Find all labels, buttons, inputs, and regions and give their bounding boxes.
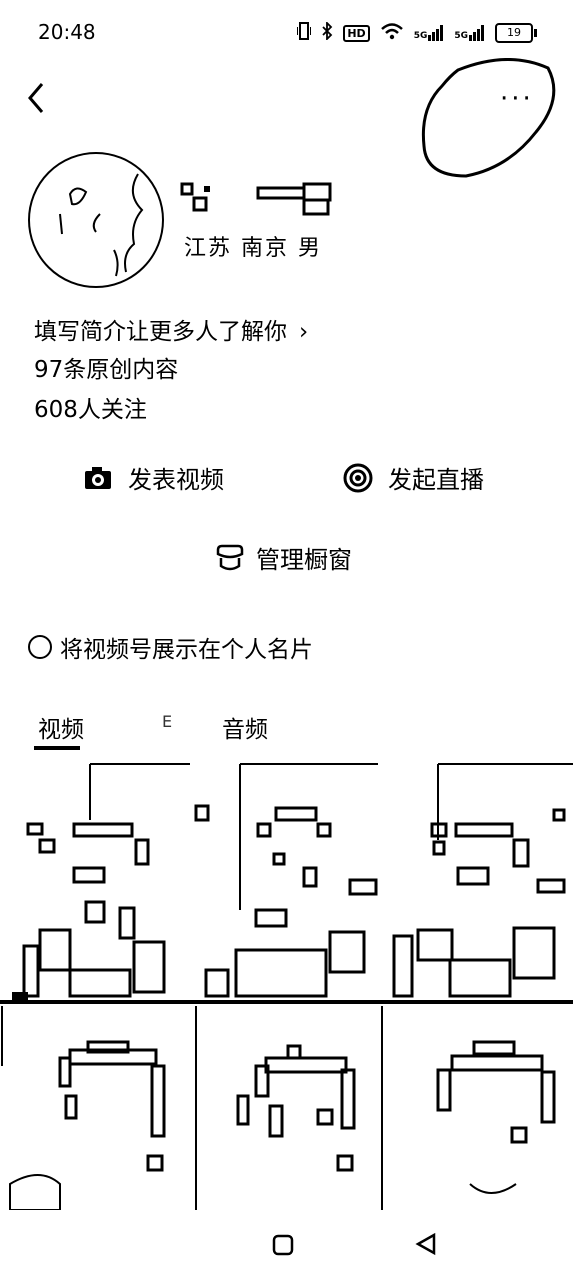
video-thumbnail[interactable] [0, 760, 192, 1004]
publish-video-label: 发表视频 [128, 466, 224, 494]
bio-prompt-link[interactable]: 填写简介让更多人了解你 › [34, 312, 308, 346]
bluetooth-icon [321, 20, 333, 44]
followers-count[interactable]: 608人关注 [34, 390, 147, 424]
nav-back-icon[interactable] [414, 1232, 438, 1256]
show-in-card-label: 将视频号展示在个人名片 [60, 637, 313, 663]
vibrate-icon [297, 22, 312, 44]
status-icons: HD 5G 5G 19 [297, 20, 537, 44]
live-icon [342, 462, 374, 494]
video-grid [0, 760, 573, 1210]
battery-icon: 19 [495, 23, 537, 43]
more-icon[interactable]: ··· [500, 84, 534, 114]
network-label: 5G [413, 31, 428, 41]
manage-window-button[interactable]: 管理橱窗 [214, 540, 352, 575]
status-time: 20:48 [38, 20, 96, 44]
publish-video-button[interactable]: 发表视频 [82, 460, 224, 495]
tab-audio[interactable]: 音频 [222, 710, 268, 744]
hd-icon: HD [343, 24, 370, 42]
avatar[interactable] [28, 152, 164, 288]
bio-prompt-text: 填写简介让更多人了解你 [34, 319, 287, 345]
signal-5g-icon: 5G [414, 25, 445, 41]
video-thumbnail[interactable] [192, 1006, 380, 1210]
network-label: 5G [454, 31, 468, 41]
chevron-right-icon: › [299, 319, 309, 345]
more-button[interactable] [418, 58, 558, 178]
nickname-censored [180, 182, 340, 220]
location-gender: 江苏 南京 男 [184, 236, 322, 261]
shop-window-icon [214, 542, 246, 574]
start-live-label: 发起直播 [388, 466, 484, 494]
video-thumbnail[interactable] [0, 1006, 192, 1210]
manage-window-label: 管理橱窗 [256, 546, 352, 574]
wifi-icon [380, 22, 404, 44]
original-content-count[interactable]: 97条原创内容 [34, 350, 178, 384]
show-in-card-option[interactable]: 将视频号展示在个人名片 [28, 630, 313, 664]
back-icon[interactable] [22, 78, 52, 118]
tab-active-indicator [34, 746, 80, 750]
video-thumbnail[interactable] [380, 1006, 573, 1210]
video-thumbnail[interactable] [192, 760, 388, 1004]
signal-5g-icon: 5G [454, 25, 485, 41]
video-thumbnail[interactable] [388, 760, 573, 1004]
tab-middle[interactable]: E [162, 712, 172, 731]
home-icon[interactable] [272, 1234, 294, 1256]
radio-unchecked-icon[interactable] [28, 635, 52, 659]
start-live-button[interactable]: 发起直播 [342, 460, 484, 495]
camera-icon [82, 462, 114, 494]
tab-video[interactable]: 视频 [38, 710, 84, 744]
